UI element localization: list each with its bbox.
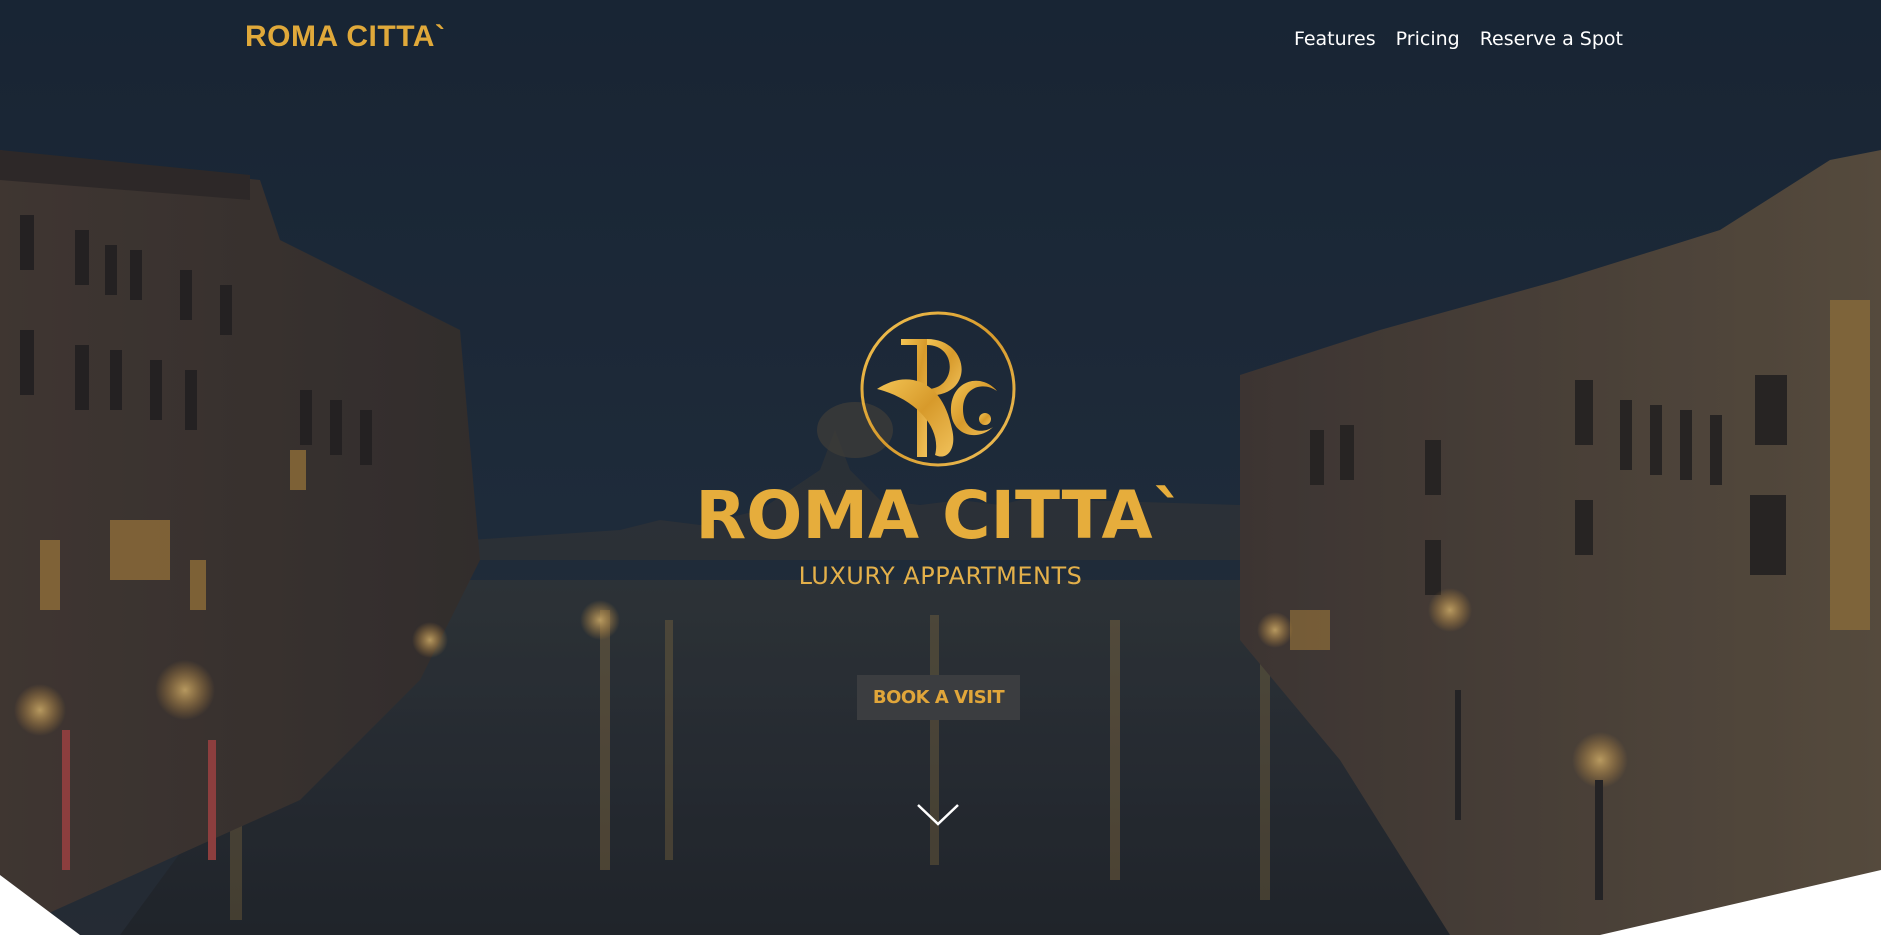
nav-features[interactable]: Features [1294, 28, 1376, 50]
book-a-visit-button[interactable]: BOOK A VISIT [857, 675, 1020, 720]
nav-pricing[interactable]: Pricing [1396, 28, 1460, 50]
hero-section: ROMA CITTA` Features Pricing Reserve a S… [0, 0, 1881, 935]
main-nav: Features Pricing Reserve a Spot [1294, 28, 1623, 50]
nav-reserve-spot[interactable]: Reserve a Spot [1480, 28, 1623, 50]
chevron-down-icon[interactable] [916, 802, 960, 828]
brand-logo-text[interactable]: ROMA CITTA` [245, 20, 445, 54]
hero-subtitle: LUXURY APPARTMENTS [798, 562, 1083, 590]
hero-title: ROMA CITTA` [695, 477, 1186, 554]
rc-monogram-logo-icon [860, 311, 1016, 467]
